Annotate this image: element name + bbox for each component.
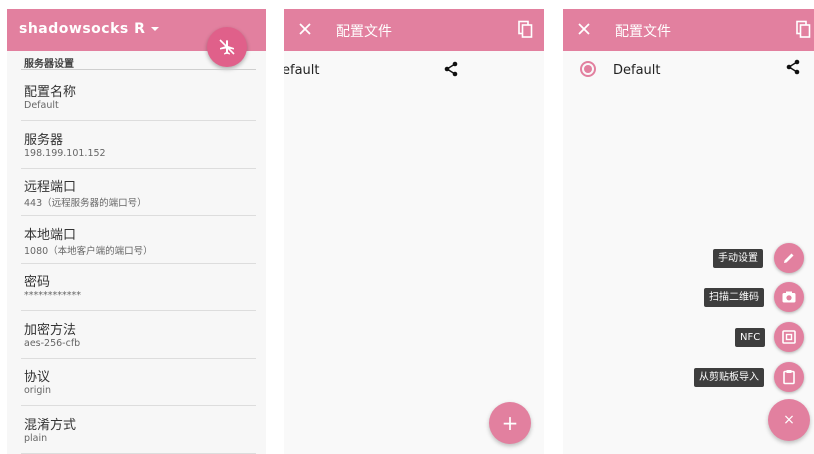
camera-icon [782, 291, 796, 303]
pref-summary: ************ [24, 290, 81, 301]
scan-qr-label[interactable]: 扫描二维码 [704, 288, 764, 307]
share-icon[interactable] [785, 59, 801, 75]
manual-setup-fab[interactable] [774, 243, 804, 273]
pref-summary: origin [24, 385, 52, 396]
profiles-screen: 配置文件 efault + [284, 9, 544, 454]
pref-title: 混淆方式 [24, 418, 77, 433]
app-bar: 配置文件 [284, 9, 544, 51]
pref-title: 配置名称 [24, 85, 77, 100]
pref-remote-port[interactable]: 远程端口 443（远程服务器的端口号） [21, 168, 256, 216]
pref-obfs[interactable]: 混淆方式 plain [21, 406, 256, 454]
pref-title: 本地端口 [24, 228, 77, 243]
add-profile-fab[interactable]: + [489, 402, 531, 444]
pref-summary: 443（远程服务器的端口号） [24, 198, 147, 209]
pref-title: 加密方法 [24, 323, 77, 338]
clipboard-import-fab[interactable] [774, 362, 804, 392]
divider [21, 69, 256, 70]
section-header: 服务器设置 [24, 59, 74, 70]
pencil-icon [784, 253, 794, 263]
close-icon[interactable] [296, 20, 314, 38]
pref-title: 服务器 [24, 133, 64, 148]
connect-fab[interactable] [207, 27, 247, 67]
pref-profile-name[interactable]: 配置名称 Default [21, 73, 256, 121]
app-title: shadowsocks R [19, 21, 146, 37]
close-icon[interactable] [575, 20, 593, 38]
caret-down-icon [151, 27, 160, 31]
copy-icon[interactable] [516, 20, 534, 38]
copy-icon[interactable] [794, 20, 812, 38]
profile-radio-selected[interactable] [580, 61, 596, 77]
scan-qr-fab[interactable] [774, 282, 804, 312]
profile-item-name[interactable]: efault [284, 63, 320, 78]
pref-local-port[interactable]: 本地端口 1080（本地客户端的端口号） [21, 216, 256, 264]
pref-summary: 1080（本地客户端的端口号） [24, 246, 153, 257]
manual-setup-label[interactable]: 手动设置 [713, 249, 763, 268]
clipboard-import-label[interactable]: 从剪贴板导入 [694, 368, 764, 387]
pref-summary: aes-256-cfb [24, 338, 81, 349]
pref-summary: 198.199.101.152 [24, 148, 106, 159]
pref-title: 协议 [24, 370, 51, 385]
screen-title: 配置文件 [615, 24, 671, 40]
app-bar: 配置文件 [563, 9, 814, 51]
share-icon[interactable] [443, 61, 459, 77]
clipboard-icon [783, 370, 795, 385]
pref-summary: plain [24, 433, 48, 444]
plane-off-icon [219, 39, 235, 55]
pref-summary: Default [24, 100, 59, 111]
pref-title: 密码 [24, 275, 51, 290]
profiles-screen-menu-open: 配置文件 Default 手动设置 扫描二维码 NFC 从剪贴板导入 × [563, 9, 814, 454]
nfc-fab[interactable] [774, 322, 804, 352]
profile-settings-screen: shadowsocks R 服务器设置 配置名称 Default 服务器 198… [7, 9, 266, 454]
pref-encrypt-method[interactable]: 加密方法 aes-256-cfb [21, 311, 256, 359]
profile-item-name[interactable]: Default [613, 63, 661, 78]
pref-password[interactable]: 密码 ************ [21, 263, 256, 311]
screen-title: 配置文件 [336, 24, 392, 40]
pref-server[interactable]: 服务器 198.199.101.152 [21, 121, 256, 169]
pref-protocol[interactable]: 协议 origin [21, 358, 256, 406]
pref-title: 远程端口 [24, 180, 77, 195]
nfc-icon [782, 330, 796, 344]
close-menu-fab[interactable]: × [768, 399, 810, 441]
app-title-dropdown[interactable]: shadowsocks R [19, 21, 160, 37]
nfc-label[interactable]: NFC [735, 328, 766, 347]
